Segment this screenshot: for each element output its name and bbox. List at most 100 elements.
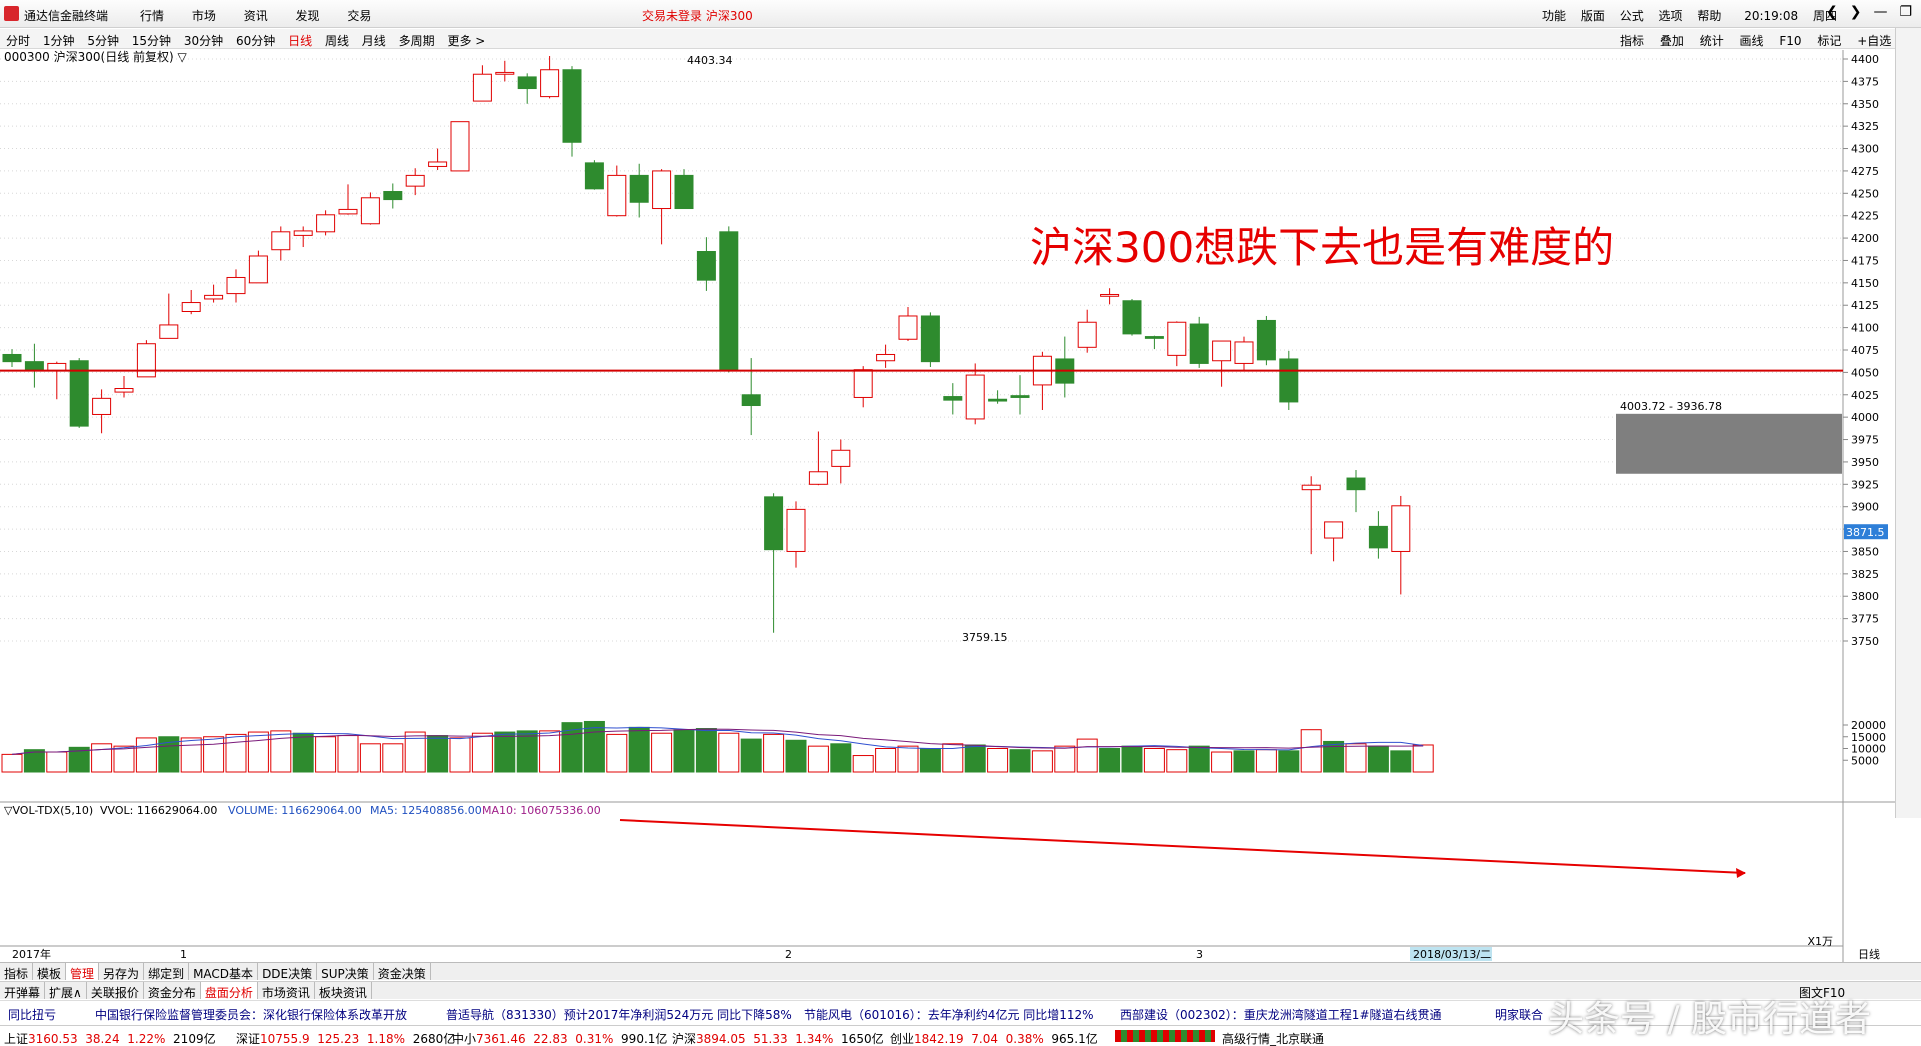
y-tick-label: 4200	[1851, 232, 1879, 245]
volume-bar	[225, 733, 247, 773]
candle	[674, 169, 694, 210]
news-item[interactable]: 同比扭亏	[8, 1006, 56, 1023]
period-60min[interactable]: 60分钟	[236, 34, 275, 48]
candle-body	[1346, 477, 1366, 491]
period-multi[interactable]: 多周期	[399, 34, 435, 48]
news-item[interactable]: 西部建设（002302）：重庆龙洲湾隧道工程1#隧道右线贯通	[1120, 1006, 1442, 1023]
volume-bar	[359, 743, 381, 773]
menu-discover[interactable]: 发现	[296, 9, 320, 23]
vol-tick-label: 5000	[1851, 754, 1879, 767]
forward-icon[interactable]: ❯	[1850, 4, 1874, 20]
period-5min[interactable]: 5分钟	[87, 34, 119, 48]
menu-formula[interactable]: 公式	[1620, 9, 1644, 23]
tab-save-as[interactable]: 另存为	[99, 963, 145, 980]
tool-add-favorite[interactable]: +自选	[1857, 34, 1891, 48]
tool-indicator[interactable]: 指标	[1620, 34, 1644, 48]
kline-chart[interactable]: 000300 沪深300(日线 前复权) ▽ 4400 4375 4350 4325 4…	[0, 50, 1895, 962]
volume-bar	[718, 732, 740, 773]
tab-macd[interactable]: MACD基本	[189, 963, 259, 980]
tab-bind[interactable]: 绑定到	[144, 963, 190, 980]
volume-bar	[46, 751, 68, 773]
tab-sup[interactable]: SUP决策	[317, 963, 374, 980]
tab-dde[interactable]: DDE决策	[258, 963, 318, 980]
volume-bar	[785, 739, 807, 773]
tab-template[interactable]: 模板	[33, 963, 67, 980]
market-breadth-icon	[1115, 1030, 1215, 1042]
menu-market[interactable]: 市场	[192, 9, 216, 23]
tab-indicator[interactable]: 指标	[0, 963, 34, 980]
minimize-icon[interactable]: —	[1873, 4, 1899, 20]
candle-body	[204, 294, 224, 300]
volume-bar	[1300, 729, 1322, 773]
menu-trade[interactable]: 交易	[347, 9, 371, 23]
news-item[interactable]: 明家联合	[1495, 1006, 1543, 1023]
menu-layout[interactable]: 版面	[1581, 9, 1605, 23]
x-axis-month-1: 1	[180, 948, 187, 961]
tool-stats[interactable]: 统计	[1700, 34, 1724, 48]
candle-body	[741, 394, 761, 407]
candle-body	[181, 302, 201, 312]
volume-bar	[740, 738, 762, 773]
chart-header: 000300 沪深300(日线 前复权) ▽	[4, 50, 188, 64]
candle-body	[1324, 521, 1344, 539]
quote-chinext[interactable]: 创业1842.19 7.04 0.38% 965.1亿	[890, 1030, 1098, 1046]
tool-f10[interactable]: F10	[1779, 34, 1801, 48]
tool-draw[interactable]: 画线	[1740, 34, 1764, 48]
tab-market-news[interactable]: 市场资讯	[258, 982, 315, 999]
maximize-icon[interactable]: ❐	[1899, 4, 1921, 20]
menu-quotes[interactable]: 行情	[140, 9, 164, 23]
period-30min[interactable]: 30分钟	[184, 34, 223, 48]
tab-manage[interactable]: 管理	[66, 963, 100, 980]
news-item[interactable]: 节能风电（601016）：去年净利约4亿元 同比增112%	[804, 1006, 1094, 1023]
vol-indicator-name[interactable]: ▽VOL-TDX(5,10)	[4, 804, 93, 817]
period-more[interactable]: 更多 >	[447, 34, 485, 48]
volume-bar	[1367, 745, 1389, 773]
volume-bar	[852, 755, 874, 773]
period-1min[interactable]: 1分钟	[43, 34, 75, 48]
period-monthly[interactable]: 月线	[362, 34, 386, 48]
login-status[interactable]: 交易未登录 沪深300	[642, 7, 753, 24]
period-daily[interactable]: 日线	[288, 34, 312, 48]
menu-options[interactable]: 选项	[1659, 9, 1683, 23]
period-weekly[interactable]: 周线	[325, 34, 349, 48]
candle	[920, 312, 940, 368]
high-price-label: 4403.34	[687, 54, 733, 67]
quote-shenzhen[interactable]: 深证10755.9 125.23 1.18% 2680亿	[236, 1030, 455, 1046]
tab-sector-news[interactable]: 板块资讯	[315, 982, 372, 999]
period-15min[interactable]: 15分钟	[132, 34, 171, 48]
period-timeshare[interactable]: 分时	[6, 34, 30, 48]
tab-market-analysis[interactable]: 盘面分析	[200, 982, 258, 999]
volume-bar	[1121, 745, 1143, 773]
tab-fund[interactable]: 资金决策	[374, 963, 431, 980]
tab-danmaku[interactable]: 开弹幕	[0, 982, 46, 999]
candle-body	[540, 69, 560, 98]
volume-bar	[987, 748, 1009, 773]
back-icon[interactable]: ❮	[1826, 4, 1850, 20]
tab-related-quotes[interactable]: 关联报价	[87, 982, 144, 999]
volume-bar	[382, 743, 404, 773]
tool-overlay[interactable]: 叠加	[1660, 34, 1684, 48]
quote-csi300[interactable]: 沪深3894.05 51.33 1.34% 1650亿	[672, 1030, 884, 1046]
candle-body	[293, 230, 313, 236]
volume-bar	[1390, 750, 1412, 773]
candle-body	[1212, 340, 1232, 362]
volume-bar	[113, 745, 135, 773]
menu-function[interactable]: 功能	[1542, 9, 1566, 23]
period-toolbar: 分时 1分钟 5分钟 15分钟 30分钟 60分钟 日线 周线 月线 多周期 更…	[0, 29, 1921, 49]
volume-bar	[180, 737, 202, 773]
news-item[interactable]: 中国银行保险监督管理委员会：深化银行保险体系改革开放	[95, 1006, 407, 1023]
candle-body	[114, 388, 134, 393]
candle-body	[943, 396, 963, 401]
tab-fund-distribution[interactable]: 资金分布	[144, 982, 201, 999]
tab-expand[interactable]: 扩展∧	[45, 982, 87, 999]
candle	[1279, 350, 1299, 410]
candle-body	[1077, 321, 1097, 348]
menu-help[interactable]: 帮助	[1697, 9, 1721, 23]
volume-bar	[1188, 745, 1210, 773]
candle	[1122, 298, 1142, 336]
news-item[interactable]: 普适导航（831330）预计2017年净利润524万元 同比下降58%	[446, 1006, 792, 1023]
menu-info[interactable]: 资讯	[244, 9, 268, 23]
quote-shanghai[interactable]: 上证3160.53 38.24 1.22% 2109亿	[4, 1030, 216, 1046]
quote-smallcap[interactable]: 中小7361.46 22.83 0.31% 990.1亿	[452, 1030, 667, 1046]
tool-mark[interactable]: 标记	[1817, 34, 1841, 48]
